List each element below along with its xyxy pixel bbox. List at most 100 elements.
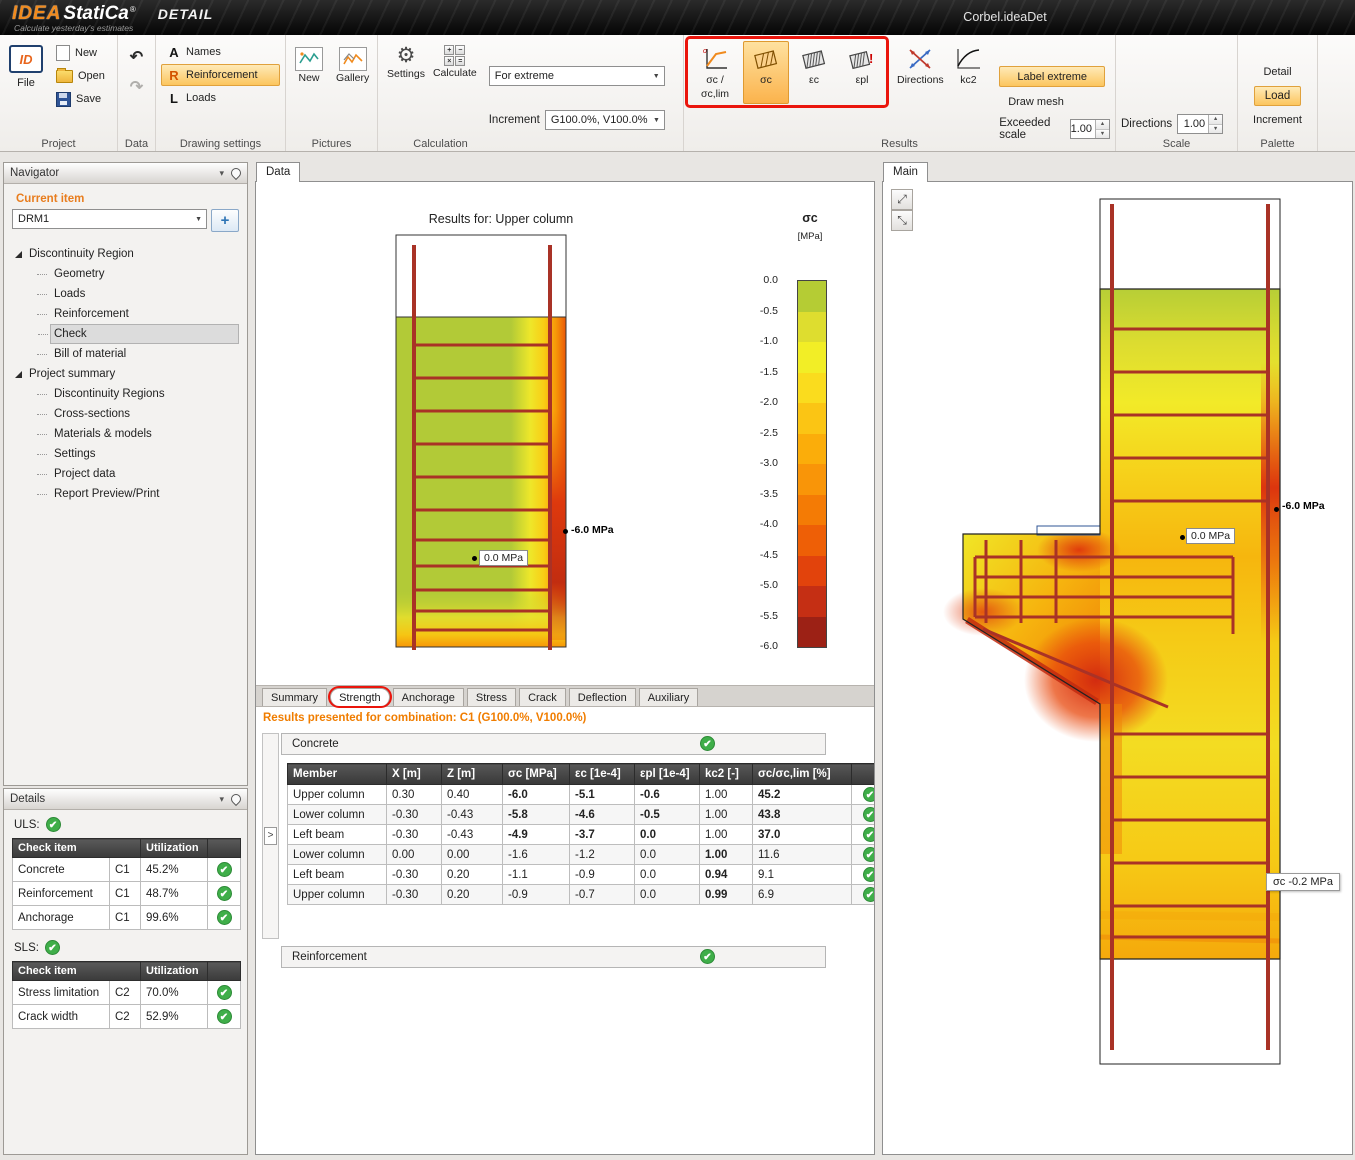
undo-button[interactable]: ↶ — [124, 47, 149, 69]
exceeded-scale-stepper[interactable]: 1.00 ▲ ▼ — [1069, 119, 1110, 139]
details-row[interactable]: Stress limitation C2 70.0% ✔ — [12, 980, 241, 1005]
navigator-header[interactable]: Navigator ▾ — [4, 163, 247, 184]
result-tab-stress[interactable]: Stress — [466, 688, 517, 706]
add-region-button[interactable]: + — [211, 209, 239, 232]
column-header-x-m[interactable]: X [m] — [386, 763, 442, 785]
table-row[interactable]: Left beam -0.30 0.20 -1.1 -0.9 0.0 0.94 9.1 ✔ — [287, 864, 874, 885]
sigma-c-button[interactable]: σc — [743, 41, 789, 105]
settings-button[interactable]: ⚙ Settings — [383, 41, 429, 85]
nav-item-loads[interactable]: Loads — [37, 284, 239, 304]
nav-item-materials-models[interactable]: Materials & models — [37, 424, 239, 444]
palette-load-button[interactable]: Load — [1253, 86, 1302, 106]
details-header[interactable]: Details ▾ — [4, 789, 247, 810]
column-header-pl-1e-4[interactable]: εpl [1e-4] — [634, 763, 700, 785]
stepper-arrows[interactable]: ▲ ▼ — [1095, 120, 1109, 138]
palette-increment-button[interactable]: Increment — [1247, 111, 1308, 129]
calculate-button[interactable]: + − × = Calculate — [429, 41, 481, 84]
sigma-ratio-button[interactable]: σ σc / σc,lim — [689, 41, 741, 104]
nav-item-project-data[interactable]: Project data — [37, 464, 239, 484]
panel-menu-icon[interactable]: ▾ — [219, 168, 224, 179]
nav-item-discontinuity-regions[interactable]: Discontinuity Regions — [37, 384, 239, 404]
concrete-section-row[interactable]: Concrete ✔ — [281, 733, 826, 755]
kc2-button[interactable]: kc2 — [948, 41, 990, 91]
details-row[interactable]: Reinforcement C1 48.7% ✔ — [12, 881, 241, 906]
table-row[interactable]: Lower column 0.00 0.00 -1.6 -1.2 0.0 1.00 11.6 ✔ — [287, 844, 874, 865]
column-header-z-m[interactable]: Z [m] — [441, 763, 503, 785]
increment-dropdown[interactable]: G100.0%, V100.0% ▼ — [544, 110, 665, 130]
result-tab-summary[interactable]: Summary — [262, 688, 328, 706]
panel-menu-icon[interactable]: ▾ — [219, 794, 224, 805]
result-tab-anchorage[interactable]: Anchorage — [392, 688, 464, 706]
legend-title: σc — [802, 211, 818, 225]
nav-item-check[interactable]: Check — [38, 324, 239, 344]
for-extreme-dropdown[interactable]: For extreme ▼ — [488, 66, 665, 86]
nav-item-settings[interactable]: Settings — [37, 444, 239, 464]
column-header-c-c-lim[interactable]: σc/σc,lim [%] — [752, 763, 852, 785]
zoom-window-button[interactable]: ⤡ — [891, 210, 913, 231]
palette-detail-button[interactable]: Detail — [1257, 63, 1297, 81]
column-header-member[interactable]: Member — [287, 763, 387, 785]
draw-mesh-toggle[interactable]: Draw mesh — [999, 93, 1110, 111]
stepper-down-icon[interactable]: ▼ — [1209, 124, 1223, 133]
legend-segment — [798, 494, 826, 525]
table-expander[interactable]: > — [262, 733, 279, 939]
reinforcement-section-row[interactable]: Reinforcement ✔ — [281, 946, 826, 968]
table-row[interactable]: Left beam -0.30 -0.43 -4.9 -3.7 0.0 1.00 37.0 ✔ — [287, 824, 874, 845]
directions-button[interactable]: Directions — [893, 41, 948, 91]
reinforcement-toggle[interactable]: R Reinforcement — [161, 64, 280, 86]
group-label-results: Results — [881, 138, 918, 150]
ribbon-group-palette: Detail Load Increment Palette — [1238, 35, 1318, 151]
details-row[interactable]: Concrete C1 45.2% ✔ — [12, 857, 241, 882]
scale-directions-stepper[interactable]: 1.00 ▲ ▼ — [1177, 114, 1224, 134]
open-button[interactable]: Open — [50, 65, 111, 87]
details-row[interactable]: Crack width C2 52.9% ✔ — [12, 1004, 241, 1029]
column-header-kc2[interactable]: kc2 [-] — [699, 763, 753, 785]
stepper-down-icon[interactable]: ▼ — [1096, 129, 1109, 138]
stepper-up-icon[interactable]: ▲ — [1209, 115, 1223, 125]
table-row[interactable]: Upper column 0.30 0.40 -6.0 -5.1 -0.6 1.00 45.2… — [287, 784, 874, 805]
cell: 1.00 — [699, 784, 753, 805]
save-button[interactable]: Save — [50, 88, 111, 110]
label-extreme-toggle[interactable]: Label extreme — [999, 66, 1106, 87]
nav-section-project-summary[interactable]: Project summary — [4, 364, 247, 384]
table-row[interactable]: Upper column -0.30 0.20 -0.9 -0.7 0.0 0.99 6.9 ✔ — [287, 884, 874, 905]
table-row[interactable]: Lower column -0.30 -0.43 -5.8 -4.6 -0.5 1.00 43… — [287, 804, 874, 825]
column-header-c-mpa[interactable]: σc [MPa] — [502, 763, 570, 785]
result-tab-auxiliary[interactable]: Auxiliary — [638, 688, 699, 706]
increment-label: Increment — [488, 114, 540, 126]
nav-section-discontinuity-region[interactable]: Discontinuity Region — [4, 244, 247, 264]
tab-main[interactable]: Main — [883, 162, 928, 182]
nav-item-reinforcement[interactable]: Reinforcement — [37, 304, 239, 324]
picture-new-button[interactable]: New — [291, 43, 327, 89]
redo-button[interactable]: ↷ — [124, 77, 149, 99]
new-button[interactable]: New — [50, 42, 111, 64]
epsilon-c-button[interactable]: εc — [791, 41, 837, 104]
result-tab-deflection[interactable]: Deflection — [568, 688, 636, 706]
tab-data[interactable]: Data — [256, 162, 301, 182]
pin-icon[interactable] — [228, 165, 244, 181]
details-row[interactable]: Anchorage C1 99.6% ✔ — [12, 905, 241, 930]
sls-header-item: Check item — [12, 961, 141, 981]
cell: Left beam — [287, 824, 387, 845]
epsilon-pl-button[interactable]: ! εpl — [839, 41, 885, 104]
file-button[interactable]: ID File — [5, 39, 47, 95]
loads-toggle[interactable]: L Loads — [161, 87, 280, 109]
nav-item-bill-of-material[interactable]: Bill of material — [37, 344, 239, 364]
loads-label: Loads — [186, 92, 216, 104]
result-tab-crack[interactable]: Crack — [519, 688, 566, 706]
zoom-fit-button[interactable]: ⤢ — [891, 189, 913, 210]
cell: -0.30 — [386, 804, 442, 825]
result-tab-strength[interactable]: Strength — [330, 688, 390, 706]
nav-item-geometry[interactable]: Geometry — [37, 264, 239, 284]
stepper-arrows[interactable]: ▲ ▼ — [1208, 115, 1223, 133]
cell: 0.0 — [634, 884, 700, 905]
nav-item-cross-sections[interactable]: Cross-sections — [37, 404, 239, 424]
dropdown-arrow-icon: ▼ — [652, 116, 660, 124]
column-header-c-1e-4[interactable]: εc [1e-4] — [569, 763, 635, 785]
pin-icon[interactable] — [228, 791, 244, 807]
nav-item-report-preview-print[interactable]: Report Preview/Print — [37, 484, 239, 504]
gallery-button[interactable]: Gallery — [332, 43, 373, 89]
names-toggle[interactable]: A Names — [161, 41, 280, 63]
current-item-dropdown[interactable]: DRM1 ▼ — [12, 209, 207, 229]
stepper-up-icon[interactable]: ▲ — [1096, 120, 1109, 130]
